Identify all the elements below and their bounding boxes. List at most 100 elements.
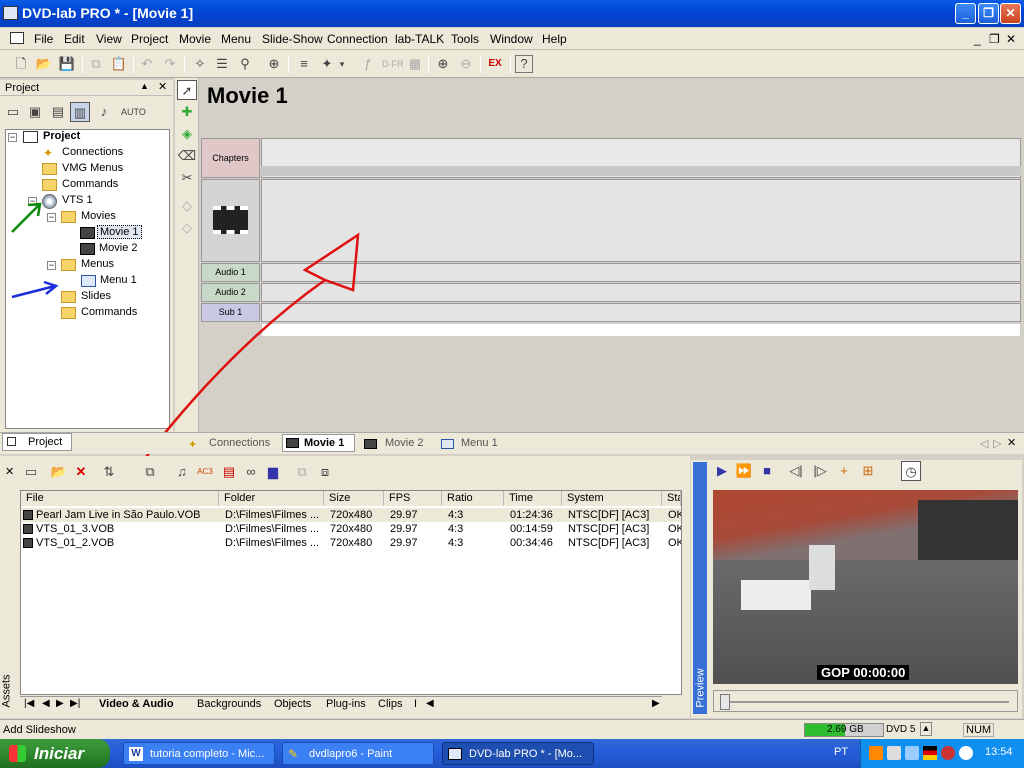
menu-help[interactable]: Help [542, 32, 567, 46]
close-button[interactable]: ✕ [1000, 3, 1021, 24]
redo-icon[interactable]: ↷ [160, 54, 180, 74]
menu-movie[interactable]: Movie [179, 32, 211, 46]
add-slideshow-icon[interactable]: ▥ [70, 102, 90, 122]
menu-view[interactable]: View [96, 32, 122, 46]
asset-audio-icon[interactable]: ♫ [172, 462, 192, 482]
fast-forward-icon[interactable]: ⏩ [734, 461, 754, 481]
tab-connections[interactable]: Connections [209, 437, 270, 449]
asset-delete-icon[interactable]: ✕ [71, 462, 91, 482]
nav-tool-icon[interactable]: ◇ [177, 196, 197, 216]
tree-project[interactable]: Project [43, 130, 80, 142]
compile-icon[interactable]: ⊕ [264, 54, 284, 74]
tab-menu-1[interactable]: Menu 1 [461, 437, 498, 449]
slider-thumb[interactable] [720, 694, 730, 710]
asset-color-icon[interactable]: ▤ [219, 462, 239, 482]
add-audio-icon[interactable]: ♪ [94, 102, 114, 122]
add-menu-icon[interactable]: ▤ [48, 102, 68, 122]
assets-close-icon[interactable]: ✕ [5, 465, 14, 478]
undo-icon[interactable]: ↶ [137, 54, 157, 74]
asset-view-icon[interactable]: ▭ [21, 462, 41, 482]
col-fps[interactable]: FPS [384, 491, 442, 506]
frame-forward-icon[interactable]: |▷ [810, 461, 830, 481]
effects-icon[interactable]: ƒ [358, 54, 378, 74]
col-ratio[interactable]: Ratio [442, 491, 504, 506]
hscroll-left-icon[interactable]: ◀ [426, 698, 434, 709]
tab-scroll-left-icon[interactable]: ◁ [980, 437, 988, 450]
panel-close-icon[interactable]: ✕ [158, 80, 167, 93]
tab-backgrounds[interactable]: Backgrounds [197, 698, 261, 710]
dvd-type[interactable]: DVD 5 [886, 724, 915, 735]
asset-sort-icon[interactable]: ⇅ [99, 462, 119, 482]
tab-movie-1-active[interactable]: Movie 1 [282, 434, 355, 452]
audio-2-track[interactable] [261, 283, 1021, 302]
audio-1-track[interactable] [261, 263, 1021, 282]
menu-edit[interactable]: Edit [64, 32, 85, 46]
tray-icon-1[interactable] [869, 746, 883, 760]
col-size[interactable]: Size [324, 491, 384, 506]
tab-prev-icon[interactable]: ◀ [42, 698, 50, 709]
paste-icon[interactable]: 📋 [109, 54, 129, 74]
frame-back-icon[interactable]: ◁| [786, 461, 806, 481]
menu-file[interactable]: File [34, 32, 53, 46]
tab-close-icon[interactable]: ✕ [1007, 436, 1016, 449]
zoom-out-icon[interactable]: ⊖ [456, 54, 476, 74]
eraser-tool-icon[interactable]: ⌫ [177, 146, 197, 166]
menu-project[interactable]: Project [131, 32, 168, 46]
task-paint[interactable]: ✎ dvdlapro6 - Paint [282, 742, 434, 765]
mdi-close-icon[interactable]: ✕ [1006, 32, 1016, 46]
menu-menu[interactable]: Menu [221, 32, 251, 46]
insert-icon[interactable]: ⊞ [858, 461, 878, 481]
mdi-restore-icon[interactable]: ❐ [989, 32, 1000, 46]
menu-connection[interactable]: Connection [327, 32, 388, 46]
mdi-doc-icon[interactable] [10, 32, 24, 44]
help-icon[interactable]: ? [515, 55, 533, 73]
clock[interactable]: 13:54 [985, 746, 1013, 758]
find-icon[interactable]: ⚲ [235, 54, 255, 74]
tab-clips[interactable]: Clips [378, 698, 402, 710]
preview-slider[interactable] [713, 690, 1018, 712]
copy-icon[interactable]: ⧉ [86, 54, 106, 74]
mdi-minimize-icon[interactable]: _ [974, 32, 981, 46]
tab-movie-2[interactable]: Movie 2 [385, 437, 424, 449]
col-status[interactable]: Sta [662, 491, 681, 506]
tree-movies[interactable]: Movies [81, 210, 116, 222]
asset-ac3-icon[interactable]: AC3 [195, 462, 215, 482]
clock-icon[interactable]: ◷ [901, 461, 921, 481]
task-dvdlab-active[interactable]: DVD-lab PRO * - [Mo... [442, 742, 594, 765]
open-icon[interactable]: 📂 [34, 54, 54, 74]
tab-plugins[interactable]: Plug-ins [326, 698, 366, 710]
add-marker-icon[interactable]: + [834, 461, 854, 481]
tab-last-icon[interactable]: ▶| [70, 698, 80, 709]
tree-connections[interactable]: Connections [62, 146, 123, 158]
magic-wand-icon[interactable]: ✦ [317, 54, 337, 74]
asset-filter-icon[interactable]: ⧉ [140, 462, 160, 482]
cut-tool-icon[interactable]: ✂ [177, 168, 197, 188]
new-icon[interactable]: 🗋 [11, 54, 31, 74]
start-button[interactable]: Iniciar [0, 739, 110, 768]
tab-more[interactable]: I [414, 698, 417, 710]
collapse-icon[interactable]: ▲ [140, 81, 149, 91]
col-time[interactable]: Time [504, 491, 562, 506]
tab-next-icon[interactable]: ▶ [56, 698, 64, 709]
menu-window[interactable]: Window [490, 32, 533, 46]
video-track[interactable] [261, 179, 1021, 262]
col-system[interactable]: System [562, 491, 662, 506]
stop-icon[interactable]: ■ [757, 461, 777, 481]
dvd-type-dropdown-icon[interactable]: ▲ [920, 722, 932, 736]
tray-icon-3[interactable] [905, 746, 919, 760]
col-folder[interactable]: Folder [219, 491, 324, 506]
task-word[interactable]: W tutoria completo - Mic... [123, 742, 275, 765]
dfr-icon[interactable]: D·FR [382, 54, 404, 74]
add-movie-icon[interactable]: ▣ [25, 102, 45, 122]
asset-copy-icon[interactable]: ⧉ [292, 462, 312, 482]
minimize-button[interactable]: _ [955, 3, 976, 24]
tab-project-panel[interactable]: Project [2, 433, 72, 451]
restore-button[interactable]: ❐ [978, 3, 999, 24]
pro-ex-icon[interactable]: EX [485, 54, 505, 74]
save-icon[interactable]: 💾 [57, 54, 77, 74]
language-indicator[interactable]: PT [834, 746, 848, 758]
zoom-in-icon[interactable]: ⊕ [433, 54, 453, 74]
hscroll-right-icon[interactable]: ▶ [652, 698, 660, 709]
menu-tools[interactable]: Tools [451, 32, 479, 46]
tab-video-audio[interactable]: Video & Audio [99, 698, 174, 710]
